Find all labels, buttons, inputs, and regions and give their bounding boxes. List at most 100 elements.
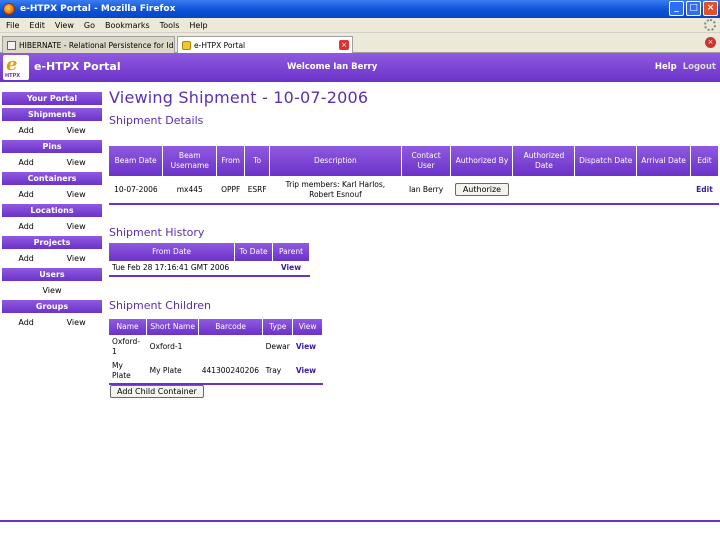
child-barcode-cell <box>199 335 263 359</box>
column-header: Dispatch Date <box>574 146 638 176</box>
column-header: Arrival Date <box>636 146 691 176</box>
minimize-button[interactable]: _ <box>669 1 684 16</box>
shipments-view-link[interactable]: View <box>67 126 86 135</box>
close-tab-icon[interactable]: × <box>705 37 716 48</box>
pins-view-link[interactable]: View <box>67 158 86 167</box>
logo-letter: e <box>6 54 18 75</box>
column-header: View <box>292 319 323 335</box>
shipment-history-title: Shipment History <box>109 226 205 239</box>
child-view-cell: View <box>293 335 323 359</box>
shipment-details-title: Shipment Details <box>109 114 204 127</box>
edit-link[interactable]: Edit <box>696 185 713 194</box>
sidebar-section-users: Users <box>2 268 102 281</box>
column-header: Authorized By <box>450 146 514 176</box>
locations-view-link[interactable]: View <box>67 222 86 231</box>
ehtpx-logo: e HTPX <box>3 54 29 80</box>
column-header: Type <box>262 319 294 335</box>
sidebar-section-shipments: Shipments <box>2 108 102 121</box>
child-view-link[interactable]: View <box>296 342 316 351</box>
pins-add-link[interactable]: Add <box>18 158 34 167</box>
containers-add-link[interactable]: Add <box>18 190 34 199</box>
child-type-cell: Tray <box>265 366 282 375</box>
child-name-cell: My Plate <box>112 361 131 380</box>
groups-view-link[interactable]: View <box>67 318 86 327</box>
beam-date-cell: 10-07-2006 <box>114 184 158 194</box>
tab-label: e-HTPX Portal <box>194 40 246 50</box>
containers-view-link[interactable]: View <box>67 190 86 199</box>
page-icon <box>7 40 16 50</box>
column-header: Name <box>109 319 148 335</box>
window-title-bar: e-HTPX Portal - Mozilla Firefox _ □ × <box>0 0 720 18</box>
sidebar-section-containers: Containers <box>2 172 102 185</box>
from-date-cell: Tue Feb 28 17:16:41 GMT 2006 <box>112 263 230 272</box>
main-content: Viewing Shipment - 10-07-2006 Shipment D… <box>109 88 720 398</box>
help-link[interactable]: Help <box>655 62 677 72</box>
to-cell: ESRF <box>247 184 267 194</box>
table-row: 10-07-2006 mx445 OPPF ESRF Trip members:… <box>109 176 719 204</box>
menu-go[interactable]: Go <box>84 21 95 30</box>
sidebar-your-portal[interactable]: Your Portal <box>2 92 102 105</box>
menu-edit[interactable]: Edit <box>29 21 45 30</box>
contact-user-cell: Ian Berry <box>408 184 444 194</box>
shipments-add-link[interactable]: Add <box>18 126 34 135</box>
menu-bookmarks[interactable]: Bookmarks <box>105 21 150 30</box>
locations-add-link[interactable]: Add <box>18 222 34 231</box>
table-row: Tue Feb 28 17:16:41 GMT 2006 View <box>109 261 310 276</box>
column-header: Barcode <box>198 319 264 335</box>
column-header: Beam Date <box>109 146 164 176</box>
menu-bar: File Edit View Go Bookmarks Tools Help <box>0 18 720 33</box>
status-bar <box>0 520 720 522</box>
firefox-icon <box>3 3 15 15</box>
welcome-text: Welcome Ian Berry <box>287 62 378 72</box>
projects-add-link[interactable]: Add <box>18 254 34 263</box>
logout-link[interactable]: Logout <box>683 62 716 72</box>
column-header: To <box>244 146 271 176</box>
tab-hibernate[interactable]: HIBERNATE - Relational Persistence for I… <box>2 36 175 53</box>
column-header: Authorized Date <box>512 146 576 176</box>
close-window-button[interactable]: × <box>703 1 718 16</box>
column-header: Contact User <box>401 146 452 176</box>
groups-add-link[interactable]: Add <box>18 318 34 327</box>
table-row: Oxford-1 Oxford-1 Dewar View <box>109 335 323 359</box>
description-cell: Trip members: Karl Harlos, Robert Esnouf <box>285 179 386 199</box>
projects-view-link[interactable]: View <box>67 254 86 263</box>
from-cell: OPPF <box>221 184 241 194</box>
column-header: To Date <box>234 243 274 261</box>
authorized-by-cell: Authorize <box>451 176 513 204</box>
window-title: e-HTPX Portal - Mozilla Firefox <box>20 4 176 14</box>
tab-label: HIBERNATE - Relational Persistence for I… <box>19 40 175 50</box>
table-row: My Plate My Plate 441300240206 Tray View <box>109 359 323 384</box>
parent-view-link[interactable]: View <box>281 263 301 272</box>
users-view-link[interactable]: View <box>43 286 62 295</box>
menu-file[interactable]: File <box>6 21 19 30</box>
menu-view[interactable]: View <box>55 21 74 30</box>
ehtpx-favicon-icon <box>182 40 191 50</box>
menu-help[interactable]: Help <box>189 21 207 30</box>
authorize-button[interactable]: Authorize <box>454 183 510 196</box>
shipment-history-table: From Date To Date Parent Tue Feb 28 17:1… <box>109 243 310 277</box>
tab-close-icon[interactable]: × <box>339 40 349 50</box>
tab-ehtpx-portal[interactable]: e-HTPX Portal × <box>177 36 353 53</box>
throbber-icon <box>704 19 716 31</box>
shipment-details-table: Beam Date Beam Username From To Descript… <box>109 146 720 205</box>
child-short-name-cell: Oxford-1 <box>149 342 183 351</box>
child-view-link[interactable]: View <box>296 366 316 375</box>
column-header: From Date <box>109 243 236 261</box>
beam-username-cell: mx445 <box>176 184 203 194</box>
child-short-name-cell: My Plate <box>149 366 182 375</box>
column-header: Description <box>269 146 402 176</box>
child-type-cell: Dewar <box>265 342 290 351</box>
sidebar-section-projects: Projects <box>2 236 102 249</box>
sidebar-section-pins: Pins <box>2 140 102 153</box>
menu-tools[interactable]: Tools <box>160 21 180 30</box>
sidebar-section-locations: Locations <box>2 204 102 217</box>
maximize-button[interactable]: □ <box>686 1 701 16</box>
add-child-container-button[interactable]: Add Child Container <box>110 385 204 398</box>
sidebar: Your Portal Shipments Add View Pins Add … <box>2 92 102 332</box>
sidebar-section-groups: Groups <box>2 300 102 313</box>
portal-title: e-HTPX Portal <box>34 60 121 73</box>
dispatch-date-cell <box>575 176 637 204</box>
column-header: Parent <box>272 243 310 261</box>
shipment-children-table: Name Short Name Barcode Type View Oxford… <box>109 319 323 385</box>
tab-bar: HIBERNATE - Relational Persistence for I… <box>0 33 720 53</box>
